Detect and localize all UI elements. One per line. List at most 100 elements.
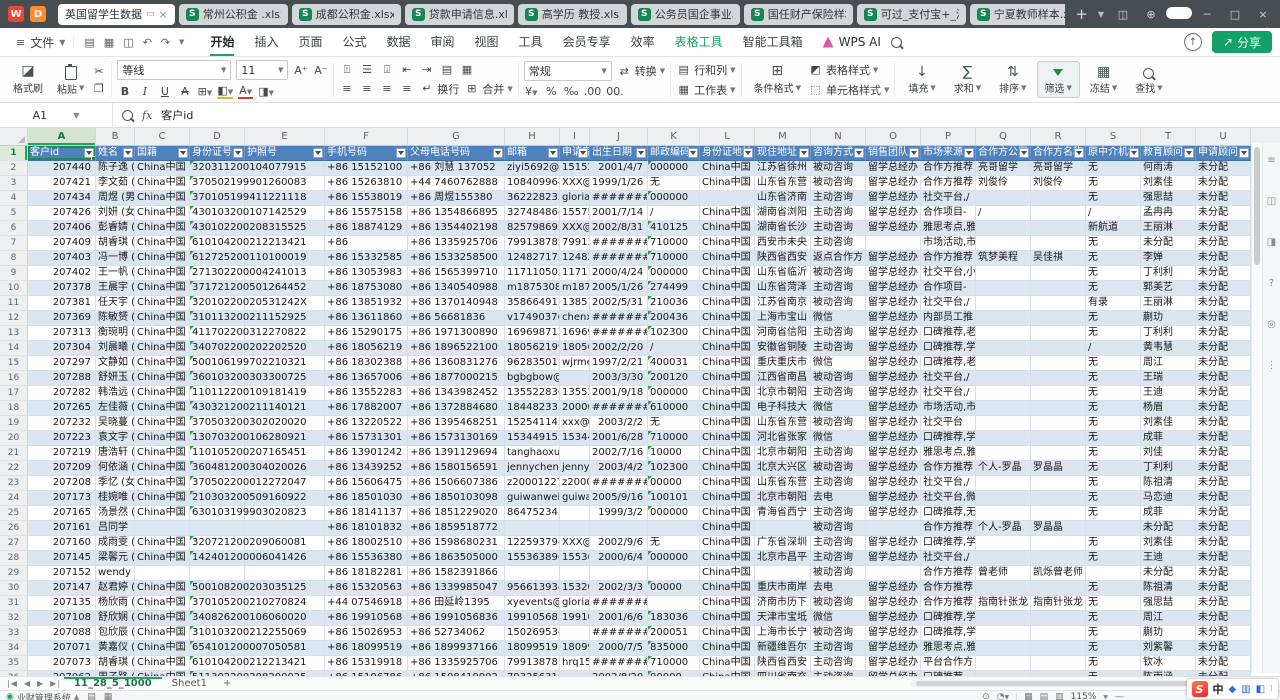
cell-R16[interactable]: [1031, 371, 1086, 386]
copy-icon[interactable]: ❐: [91, 82, 106, 95]
cell-L9[interactable]: China中国: [700, 266, 755, 281]
cell-H34[interactable]: 180995191: [505, 641, 560, 656]
cell-B8[interactable]: 冯一博 (男): [96, 251, 135, 266]
help-icon[interactable]: ?: [1269, 278, 1274, 289]
prev-sheet-icon[interactable]: ◀: [21, 679, 34, 688]
cell-M9[interactable]: 山东省临沂: [755, 266, 811, 281]
fill-button[interactable]: ↓填充▼: [900, 61, 943, 98]
cell-S35[interactable]: 无: [1086, 656, 1141, 671]
menu-item-工具[interactable]: 工具: [509, 28, 553, 56]
cell-K16[interactable]: 200120: [648, 371, 700, 386]
cell-N21[interactable]: 主动咨询: [811, 446, 866, 461]
cell-N9[interactable]: 被动咨询: [811, 266, 866, 281]
cell-C16[interactable]: China中国: [135, 371, 190, 386]
filter-button[interactable]: 筛选▼: [1037, 61, 1080, 98]
cell-I13[interactable]: 169698712: [560, 326, 590, 341]
cell-L7[interactable]: China中国: [700, 236, 755, 251]
cell-T35[interactable]: 钦冰: [1141, 656, 1196, 671]
cell-R23[interactable]: [1031, 476, 1086, 491]
cell-B33[interactable]: 包欣辰 (女): [96, 626, 135, 641]
save-icon[interactable]: ▤: [84, 36, 94, 49]
cell-Q12[interactable]: [976, 311, 1031, 326]
cell-G20[interactable]: +86 1573130169: [408, 431, 505, 446]
cell-N7[interactable]: 主动咨询: [811, 236, 866, 251]
cell-U18[interactable]: 未分配: [1196, 401, 1251, 416]
cell-R32[interactable]: [1031, 611, 1086, 626]
cell-R5[interactable]: [1031, 206, 1086, 221]
cell-D25[interactable]: 630103199903020823: [190, 506, 245, 521]
cell-C19[interactable]: China中国: [135, 416, 190, 431]
cell-Q8[interactable]: 筑梦美程: [976, 251, 1031, 266]
cell-M25[interactable]: 青海省西宁: [755, 506, 811, 521]
cell-K19[interactable]: 无: [648, 416, 700, 431]
cell-H12[interactable]: v17490376: [505, 311, 560, 326]
cell-P31[interactable]: 合作方推荐: [921, 596, 976, 611]
cell-style-button[interactable]: ⬚单元格样式▼: [808, 82, 889, 98]
cell-B20[interactable]: 袁文宇 (女): [96, 431, 135, 446]
cell-H21[interactable]: tanghaoxu: [505, 446, 560, 461]
cell-D30[interactable]: 500108200203035125: [190, 581, 245, 596]
cell-E1[interactable]: 护照号: [245, 146, 325, 161]
fill-color-button[interactable]: ◧▼: [217, 84, 233, 99]
cell-J12[interactable]: ########: [590, 311, 648, 326]
cell-I33[interactable]: [560, 626, 590, 641]
cell-R29[interactable]: 凯烁曾老师: [1031, 566, 1086, 581]
cell-B14[interactable]: 刘晨曦 (女): [96, 341, 135, 356]
cell-B1[interactable]: 姓名: [96, 146, 135, 161]
column-header-G[interactable]: G: [408, 128, 505, 146]
cell-I36[interactable]: [560, 671, 590, 676]
cell-M4[interactable]: 山东省济南: [755, 191, 811, 206]
row-header-22[interactable]: 22: [0, 461, 28, 476]
cell-J4[interactable]: ########: [590, 191, 648, 206]
cell-N12[interactable]: 微信: [811, 311, 866, 326]
cell-N29[interactable]: 被动咨询: [811, 566, 866, 581]
cell-R34[interactable]: [1031, 641, 1086, 656]
cell-R27[interactable]: [1031, 536, 1086, 551]
cell-I10[interactable]: m1875308: [560, 281, 590, 296]
cell-B18[interactable]: 左佳薇 (女): [96, 401, 135, 416]
cell-J17[interactable]: 2001/9/18: [590, 386, 648, 401]
cell-C29[interactable]: [135, 566, 190, 581]
row-header-14[interactable]: 14: [0, 341, 28, 356]
close-button[interactable]: ×: [1250, 8, 1276, 21]
filter-button-K[interactable]: [688, 148, 698, 158]
column-header-J[interactable]: J: [590, 128, 648, 146]
cell-C18[interactable]: China中国: [135, 401, 190, 416]
cell-Q36[interactable]: [976, 671, 1031, 676]
menu-item-插入[interactable]: 插入: [244, 28, 288, 56]
cell-J32[interactable]: 2001/6/6: [590, 611, 648, 626]
cell-F21[interactable]: +86 13901242: [325, 446, 408, 461]
cell-O2[interactable]: 留学总经办: [866, 161, 921, 176]
cell-M21[interactable]: 北京市朝阳: [755, 446, 811, 461]
cell-D36[interactable]: 511302200208200025: [190, 671, 245, 676]
filter-button-H[interactable]: [548, 148, 558, 158]
cell-H32[interactable]: 199105683: [505, 611, 560, 626]
cell-C1[interactable]: 国籍: [135, 146, 190, 161]
cell-G31[interactable]: +86 田延岭1395: [408, 596, 505, 611]
cell-K7[interactable]: 710000: [648, 236, 700, 251]
cell-D16[interactable]: 360103200303300725: [190, 371, 245, 386]
cell-K25[interactable]: 000000: [648, 506, 700, 521]
cell-H11[interactable]: 358664913: [505, 296, 560, 311]
row-header-8[interactable]: 8: [0, 251, 28, 266]
cell-S8[interactable]: 无: [1086, 251, 1141, 266]
cell-S5[interactable]: /: [1086, 206, 1141, 221]
row-header-32[interactable]: 32: [0, 611, 28, 626]
cell-T16[interactable]: 王瑞: [1141, 371, 1196, 386]
cell-N36[interactable]: 主动咨询: [811, 671, 866, 676]
cell-J13[interactable]: ########: [590, 326, 648, 341]
cell-J24[interactable]: 2005/9/16: [590, 491, 648, 506]
decrease-decimal-button[interactable]: 00.: [606, 85, 624, 98]
menu-item-视图[interactable]: 视图: [465, 28, 509, 56]
cell-I28[interactable]: 155363896: [560, 551, 590, 566]
increase-font-icon[interactable]: A⁺: [293, 64, 308, 77]
cell-J29[interactable]: [590, 566, 648, 581]
cell-M12[interactable]: 上海市宝山: [755, 311, 811, 326]
cell-F12[interactable]: +86 13611860: [325, 311, 408, 326]
cell-M27[interactable]: 广东省深圳: [755, 536, 811, 551]
cell-O13[interactable]: 留学总经办: [866, 326, 921, 341]
cell-D4[interactable]: 370105199411221118: [190, 191, 245, 206]
cell-T28[interactable]: 王迪: [1141, 551, 1196, 566]
cell-B17[interactable]: 韩浩远 (男): [96, 386, 135, 401]
cell-P11[interactable]: 社交平台,/: [921, 296, 976, 311]
